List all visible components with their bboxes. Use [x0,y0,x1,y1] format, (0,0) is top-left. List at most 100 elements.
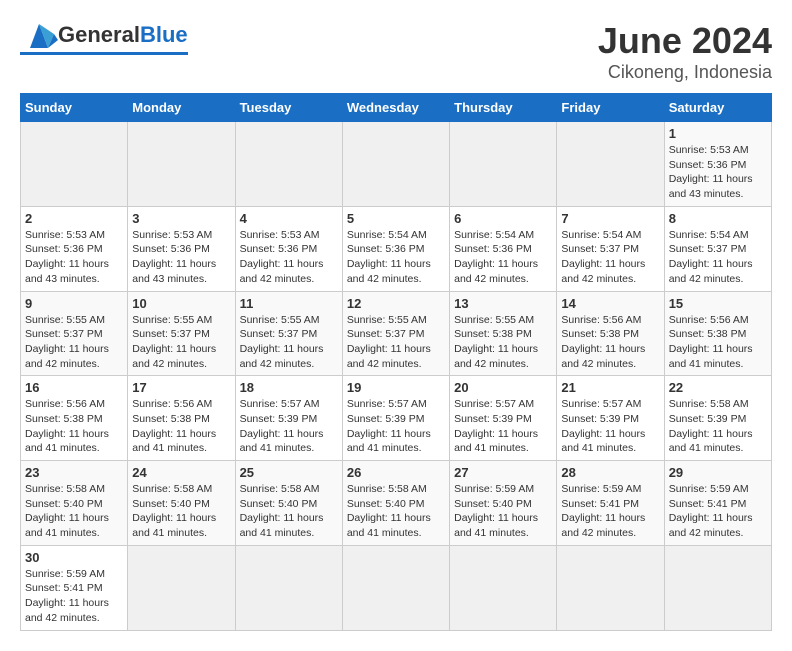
table-row [557,545,664,630]
day-number: 15 [669,296,767,311]
day-info: Sunrise: 5:55 AMSunset: 5:37 PMDaylight:… [25,313,123,372]
table-row [450,122,557,207]
day-number: 1 [669,126,767,141]
table-row: 4 Sunrise: 5:53 AMSunset: 5:36 PMDaylight… [235,206,342,291]
table-row: 27 Sunrise: 5:59 AMSunset: 5:40 PMDayligh… [450,461,557,546]
calendar-title: June 2024 [598,20,772,62]
table-row [342,545,449,630]
col-monday: Monday [128,94,235,122]
logo-general: GeneralBlue [58,22,188,48]
table-row: 30Sunrise: 5:59 AMSunset: 5:41 PMDayligh… [21,545,128,630]
calendar-week-row: 23 Sunrise: 5:58 AMSunset: 5:40 PMDayligh… [21,461,772,546]
day-info: Sunrise: 5:53 AMSunset: 5:36 PMDaylight:… [132,228,230,287]
day-info: Sunrise: 5:57 AMSunset: 5:39 PMDaylight:… [347,397,445,456]
table-row: 26Sunrise: 5:58 AMSunset: 5:40 PMDayligh… [342,461,449,546]
table-row [128,545,235,630]
table-row: 7 Sunrise: 5:54 AMSunset: 5:37 PMDaylight… [557,206,664,291]
day-info: Sunrise: 5:54 AMSunset: 5:36 PMDaylight:… [454,228,552,287]
day-info: Sunrise: 5:56 AMSunset: 5:38 PMDaylight:… [669,313,767,372]
day-number: 5 [347,211,445,226]
table-row: 20Sunrise: 5:57 AMSunset: 5:39 PMDayligh… [450,376,557,461]
table-row [235,545,342,630]
day-info: Sunrise: 5:56 AMSunset: 5:38 PMDaylight:… [132,397,230,456]
day-number: 27 [454,465,552,480]
calendar-week-row: 16 Sunrise: 5:56 AMSunset: 5:38 PMDayligh… [21,376,772,461]
table-row: 6 Sunrise: 5:54 AMSunset: 5:36 PMDaylight… [450,206,557,291]
day-number: 28 [561,465,659,480]
table-row [450,545,557,630]
day-info: Sunrise: 5:59 AMSunset: 5:40 PMDaylight:… [454,482,552,541]
day-info: Sunrise: 5:57 AMSunset: 5:39 PMDaylight:… [240,397,338,456]
day-number: 20 [454,380,552,395]
day-info: Sunrise: 5:58 AMSunset: 5:40 PMDaylight:… [132,482,230,541]
table-row [128,122,235,207]
logo-underline [20,52,188,55]
day-info: Sunrise: 5:54 AMSunset: 5:37 PMDaylight:… [669,228,767,287]
day-number: 30 [25,550,123,565]
day-info: Sunrise: 5:59 AMSunset: 5:41 PMDaylight:… [669,482,767,541]
calendar-week-row: 1Sunrise: 5:53 AMSunset: 5:36 PMDaylight… [21,122,772,207]
day-info: Sunrise: 5:55 AMSunset: 5:38 PMDaylight:… [454,313,552,372]
day-info: Sunrise: 5:56 AMSunset: 5:38 PMDaylight:… [25,397,123,456]
table-row [21,122,128,207]
table-row: 12Sunrise: 5:55 AMSunset: 5:37 PMDayligh… [342,291,449,376]
logo-blue-text: Blue [140,22,188,47]
table-row: 29Sunrise: 5:59 AMSunset: 5:41 PMDayligh… [664,461,771,546]
table-row: 9Sunrise: 5:55 AMSunset: 5:37 PMDaylight… [21,291,128,376]
day-number: 6 [454,211,552,226]
calendar-week-row: 30Sunrise: 5:59 AMSunset: 5:41 PMDayligh… [21,545,772,630]
day-number: 14 [561,296,659,311]
col-tuesday: Tuesday [235,94,342,122]
table-row: 15 Sunrise: 5:56 AMSunset: 5:38 PMDayligh… [664,291,771,376]
calendar-subtitle: Cikoneng, Indonesia [598,62,772,83]
day-info: Sunrise: 5:54 AMSunset: 5:37 PMDaylight:… [561,228,659,287]
day-number: 16 [25,380,123,395]
col-saturday: Saturday [664,94,771,122]
table-row: 21 Sunrise: 5:57 AMSunset: 5:39 PMDayligh… [557,376,664,461]
table-row: 17 Sunrise: 5:56 AMSunset: 5:38 PMDayligh… [128,376,235,461]
table-row [342,122,449,207]
day-info: Sunrise: 5:57 AMSunset: 5:39 PMDaylight:… [561,397,659,456]
calendar-table: Sunday Monday Tuesday Wednesday Thursday… [20,93,772,631]
day-number: 7 [561,211,659,226]
calendar-header-row: Sunday Monday Tuesday Wednesday Thursday… [21,94,772,122]
day-number: 10 [132,296,230,311]
table-row [664,545,771,630]
day-number: 22 [669,380,767,395]
day-info: Sunrise: 5:53 AMSunset: 5:36 PMDaylight:… [25,228,123,287]
table-row [235,122,342,207]
table-row: 16 Sunrise: 5:56 AMSunset: 5:38 PMDayligh… [21,376,128,461]
table-row: 14Sunrise: 5:56 AMSunset: 5:38 PMDayligh… [557,291,664,376]
day-number: 8 [669,211,767,226]
col-friday: Friday [557,94,664,122]
table-row: 2 Sunrise: 5:53 AMSunset: 5:36 PMDaylight… [21,206,128,291]
table-row: 24 Sunrise: 5:58 AMSunset: 5:40 PMDayligh… [128,461,235,546]
table-row: 28Sunrise: 5:59 AMSunset: 5:41 PMDayligh… [557,461,664,546]
logo: GeneralBlue [20,20,188,55]
table-row: 11Sunrise: 5:55 AMSunset: 5:37 PMDayligh… [235,291,342,376]
day-info: Sunrise: 5:58 AMSunset: 5:40 PMDaylight:… [25,482,123,541]
table-row: 23 Sunrise: 5:58 AMSunset: 5:40 PMDayligh… [21,461,128,546]
day-info: Sunrise: 5:54 AMSunset: 5:36 PMDaylight:… [347,228,445,287]
calendar-week-row: 2 Sunrise: 5:53 AMSunset: 5:36 PMDaylight… [21,206,772,291]
day-info: Sunrise: 5:55 AMSunset: 5:37 PMDaylight:… [240,313,338,372]
day-number: 12 [347,296,445,311]
col-wednesday: Wednesday [342,94,449,122]
day-info: Sunrise: 5:53 AMSunset: 5:36 PMDaylight:… [240,228,338,287]
day-number: 17 [132,380,230,395]
day-number: 23 [25,465,123,480]
table-row: 8 Sunrise: 5:54 AMSunset: 5:37 PMDaylight… [664,206,771,291]
calendar-week-row: 9Sunrise: 5:55 AMSunset: 5:37 PMDaylight… [21,291,772,376]
day-number: 24 [132,465,230,480]
col-thursday: Thursday [450,94,557,122]
table-row: 10Sunrise: 5:55 AMSunset: 5:37 PMDayligh… [128,291,235,376]
title-block: June 2024 Cikoneng, Indonesia [598,20,772,83]
table-row: 1Sunrise: 5:53 AMSunset: 5:36 PMDaylight… [664,122,771,207]
day-number: 2 [25,211,123,226]
day-number: 25 [240,465,338,480]
day-number: 21 [561,380,659,395]
table-row: 18Sunrise: 5:57 AMSunset: 5:39 PMDayligh… [235,376,342,461]
col-sunday: Sunday [21,94,128,122]
day-number: 3 [132,211,230,226]
day-number: 4 [240,211,338,226]
